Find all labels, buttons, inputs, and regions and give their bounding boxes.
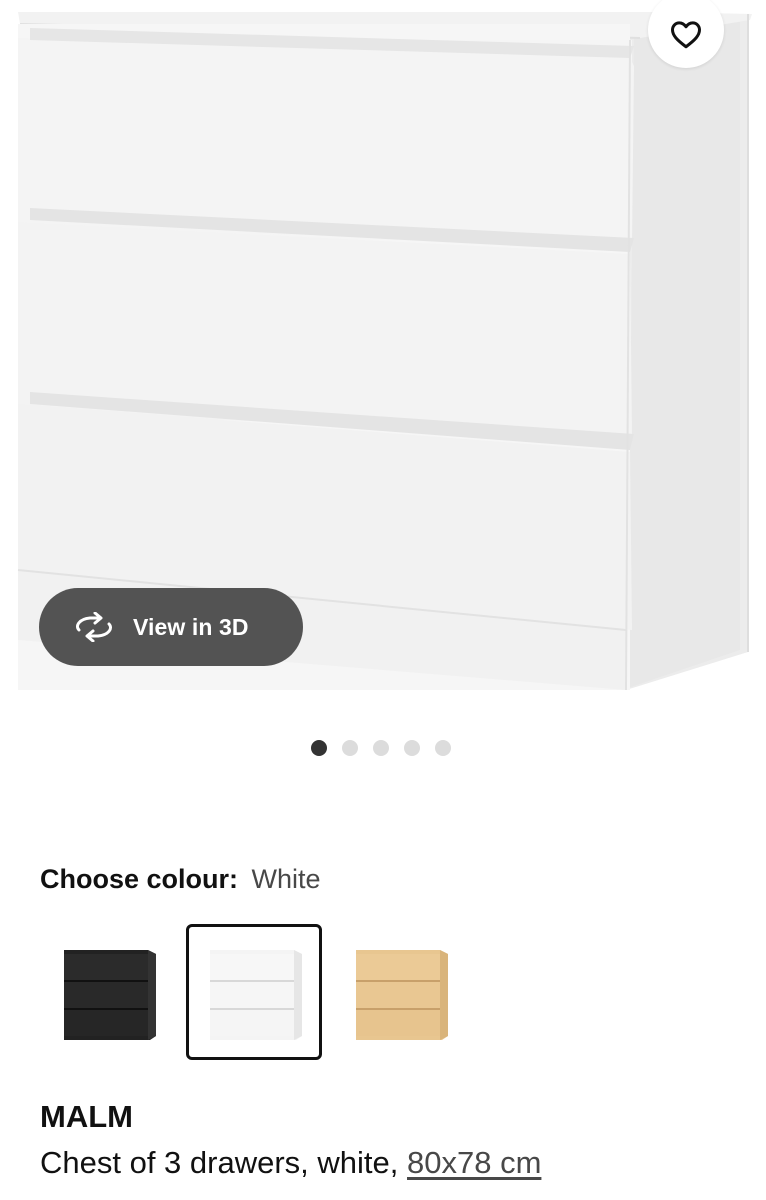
swatch-black-brown[interactable] bbox=[40, 924, 176, 1060]
view-in-3d-button[interactable]: View in 3D bbox=[39, 588, 303, 666]
gallery-dot-2[interactable] bbox=[342, 740, 358, 756]
product-description-text: Chest of 3 drawers, white, bbox=[40, 1145, 399, 1180]
swatch-oak-veneer[interactable] bbox=[332, 924, 468, 1060]
black-brown-chest-thumbnail bbox=[64, 950, 156, 1040]
product-name: MALM bbox=[40, 1099, 133, 1134]
colour-swatches bbox=[40, 924, 478, 1060]
gallery-dot-1[interactable] bbox=[311, 740, 327, 756]
gallery-dot-4[interactable] bbox=[404, 740, 420, 756]
rotate-3d-icon bbox=[73, 612, 115, 642]
white-chest-thumbnail bbox=[210, 950, 302, 1040]
product-gallery[interactable]: View in 3D bbox=[0, 0, 766, 720]
view-in-3d-label: View in 3D bbox=[133, 613, 249, 640]
oak-veneer-chest-thumbnail bbox=[356, 950, 448, 1040]
gallery-pagination[interactable] bbox=[311, 740, 451, 756]
swatch-white[interactable] bbox=[186, 924, 322, 1060]
product-size-link[interactable]: 80x78 cm bbox=[407, 1145, 541, 1180]
selected-colour: White bbox=[251, 864, 321, 894]
gallery-dot-5[interactable] bbox=[435, 740, 451, 756]
product-description: Chest of 3 drawers, white, 80x78 cm bbox=[40, 1145, 541, 1181]
heart-icon bbox=[671, 21, 701, 49]
colour-label: Choose colour: bbox=[40, 864, 239, 894]
gallery-dot-3[interactable] bbox=[373, 740, 389, 756]
colour-selector-heading: Choose colour: White bbox=[40, 863, 321, 895]
